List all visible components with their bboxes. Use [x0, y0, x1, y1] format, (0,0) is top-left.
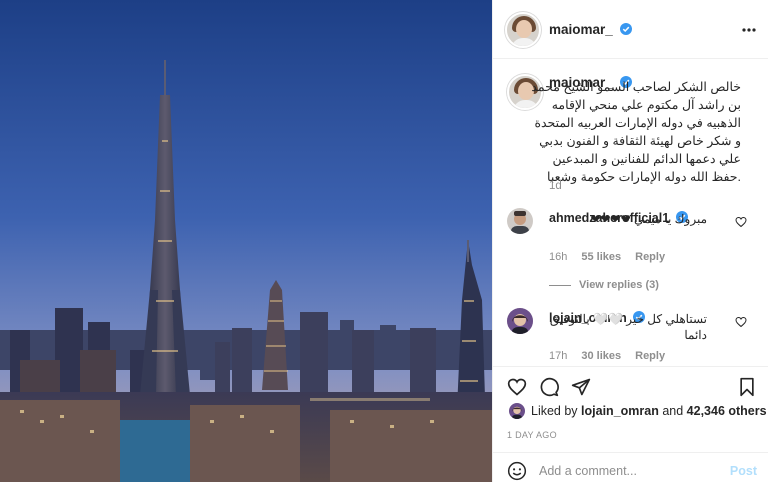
caption-text: خالص الشكر لصاحب السمو الشيخ محمد بن راش…	[531, 80, 741, 184]
more-horizontal-icon[interactable]	[741, 22, 757, 38]
heart-icon[interactable]	[735, 216, 747, 228]
comment-text: مبروك يا ميمي ❤❤❤❤	[590, 212, 707, 226]
caption-timestamp[interactable]: 1d	[549, 180, 562, 192]
comment-input[interactable]	[539, 460, 719, 482]
liked-by-user[interactable]: lojain_omran	[581, 404, 659, 418]
post-details-panel: maiomar_ maiomar_ خالص الشكر لصاحب السمو…	[492, 0, 768, 482]
likes-count[interactable]: 42,346 others	[687, 404, 767, 418]
comment-avatar[interactable]	[507, 208, 533, 234]
post-date[interactable]: 1 DAY AGO	[507, 430, 557, 440]
liker-avatar[interactable]	[509, 403, 525, 419]
bookmark-icon[interactable]	[737, 377, 757, 397]
heart-icon[interactable]	[507, 377, 527, 397]
view-replies-label: View replies (3)	[579, 279, 659, 291]
reply-button[interactable]: Reply	[635, 251, 665, 263]
post-header: maiomar_	[493, 0, 768, 59]
replies-line	[549, 284, 571, 286]
comments-list[interactable]: maiomar_ خالص الشكر لصاحب السمو الشيخ مح…	[493, 60, 768, 366]
comment-timestamp[interactable]: 16h	[549, 251, 567, 263]
comment-timestamp[interactable]: 17h	[549, 350, 567, 362]
author-username[interactable]: maiomar_	[549, 22, 613, 37]
liker-avatar-image	[509, 403, 525, 419]
post-photo[interactable]	[0, 0, 492, 482]
reply-button[interactable]: Reply	[635, 350, 665, 362]
post-comment-button[interactable]: Post	[730, 464, 757, 478]
comment-meta: 17h 30 likes Reply	[549, 350, 665, 362]
comment-avatar-image	[511, 211, 529, 234]
author-name-row: maiomar_	[549, 21, 633, 39]
comment-text: تستاهلي كل خير 🤍🤍 بالتوفيق دائما	[549, 312, 707, 342]
paper-plane-icon[interactable]	[571, 377, 591, 397]
post-actions-bar	[493, 366, 768, 406]
comment-likes[interactable]: 30 likes	[581, 350, 621, 362]
view-replies-button[interactable]: View replies (3)	[549, 279, 659, 291]
liked-by-connector: and	[662, 404, 684, 418]
comment-meta: 16h 55 likes Reply	[549, 251, 665, 263]
liked-by-prefix: Liked by	[531, 404, 578, 418]
likes-summary: Liked by lojain_omran and 42,346 others	[509, 403, 767, 419]
comment-bubble-icon[interactable]	[539, 377, 559, 397]
heart-icon[interactable]	[735, 316, 747, 328]
comment-avatar[interactable]	[507, 308, 533, 334]
comment-avatar-image	[507, 308, 533, 334]
smiley-icon[interactable]	[507, 461, 527, 481]
verified-badge-icon	[620, 23, 633, 35]
add-comment-bar: Post	[493, 452, 768, 482]
author-avatar[interactable]	[505, 12, 541, 48]
dubai-skyline-image	[0, 0, 492, 482]
comment-likes[interactable]: 55 likes	[581, 251, 621, 263]
